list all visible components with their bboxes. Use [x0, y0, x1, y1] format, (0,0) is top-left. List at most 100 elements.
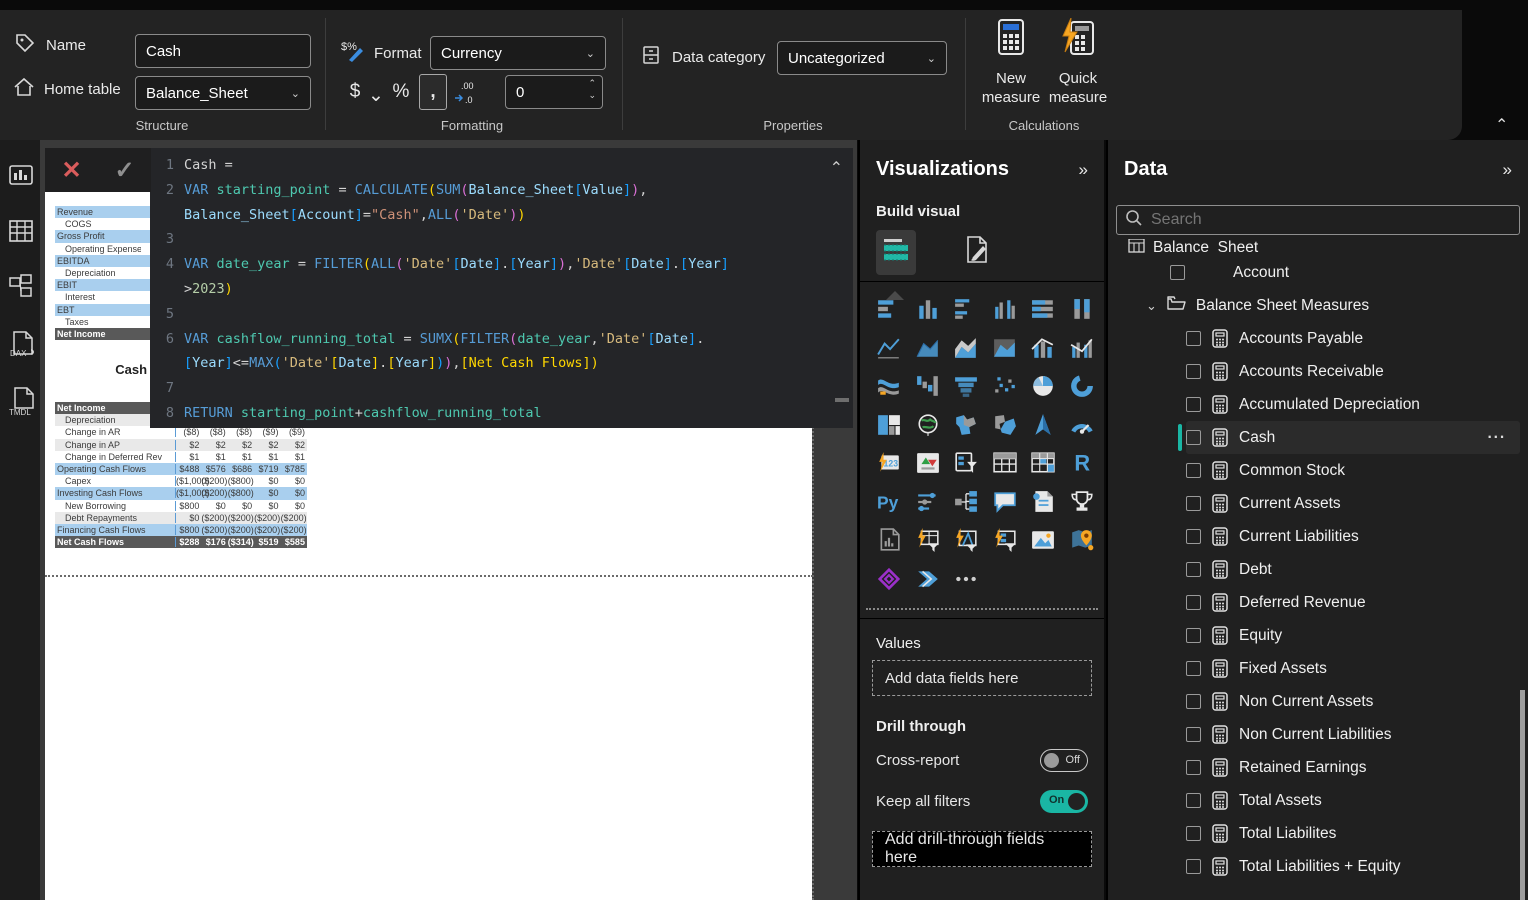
keep-all-filters-toggle[interactable]: On	[1040, 790, 1088, 813]
thousands-separator-button[interactable]: ,	[419, 74, 447, 110]
clustered-bar-chart-icon[interactable]	[947, 290, 986, 329]
smart-narrative-icon[interactable]	[1024, 483, 1063, 522]
measure-item-total-liabilites[interactable]: Total Liabilites	[1186, 817, 1520, 850]
filled-map-icon[interactable]	[947, 406, 986, 445]
text-slicer-icon[interactable]	[909, 483, 948, 522]
pie-chart-icon[interactable]	[1024, 367, 1063, 406]
measure-checkbox[interactable]	[1186, 562, 1201, 577]
measure-checkbox[interactable]	[1186, 793, 1201, 808]
percent-button[interactable]: %	[388, 76, 414, 108]
code-line[interactable]: 5	[150, 302, 853, 327]
gauge-icon[interactable]	[1063, 406, 1102, 445]
collapse-data-pane-icon[interactable]: »	[1503, 160, 1512, 180]
power-automate-icon[interactable]	[909, 560, 948, 599]
measure-checkbox[interactable]	[1186, 463, 1201, 478]
code-line[interactable]: 3	[150, 227, 853, 252]
funnel-chart-icon[interactable]	[947, 367, 986, 406]
code-line[interactable]: 4VAR date_year = FILTER(ALL('Date'[Date]…	[150, 252, 853, 277]
account-checkbox[interactable]	[1170, 265, 1185, 280]
search-input[interactable]	[1151, 211, 1491, 229]
commit-formula-icon[interactable]: ✓	[114, 156, 134, 185]
decimal-places-button[interactable]: .00.0	[452, 76, 484, 108]
field-item-account[interactable]: Account	[1170, 256, 1520, 289]
tmdl-view-button[interactable]: TMDL	[8, 386, 34, 412]
measure-checkbox[interactable]	[1186, 760, 1201, 775]
kpi-icon[interactable]	[909, 444, 948, 483]
measure-item-current-assets[interactable]: Current Assets	[1186, 487, 1520, 520]
measure-checkbox[interactable]	[1186, 661, 1201, 676]
ai-visual-a-icon[interactable]	[947, 521, 986, 560]
measure-checkbox[interactable]	[1186, 496, 1201, 511]
measures-folder-row[interactable]: ⌄ Balance Sheet Measures	[1146, 289, 1520, 322]
measure-item-equity[interactable]: Equity	[1186, 619, 1520, 652]
table-view-button[interactable]	[8, 218, 34, 244]
arcgis-map-icon[interactable]	[1063, 521, 1102, 560]
tab-build-visual[interactable]	[876, 230, 916, 275]
measure-item-total-liabilities-equity[interactable]: Total Liabilities + Equity	[1186, 850, 1520, 883]
shape-map-icon[interactable]	[986, 406, 1025, 445]
measure-item-common-stock[interactable]: Common Stock	[1186, 454, 1520, 487]
map-icon[interactable]	[909, 406, 948, 445]
100-stacked-column-chart-icon[interactable]	[1063, 290, 1102, 329]
dax-code[interactable]: 1Cash =2VAR starting_point = CALCULATE(S…	[150, 148, 853, 426]
measure-checkbox[interactable]	[1186, 826, 1201, 841]
measure-item-accounts-receivable[interactable]: Accounts Receivable	[1186, 355, 1520, 388]
stepper-down-icon[interactable]: ⌄	[588, 91, 596, 100]
measure-checkbox[interactable]	[1186, 364, 1201, 379]
scatter-chart-icon[interactable]	[986, 367, 1025, 406]
azure-map-icon[interactable]	[1024, 406, 1063, 445]
measure-item-accumulated-depreciation[interactable]: Accumulated Depreciation	[1186, 388, 1520, 421]
collapse-formula-bar-icon[interactable]: ⌃	[830, 158, 843, 178]
discard-formula-icon[interactable]: ✕	[61, 156, 81, 185]
editor-scrollbar[interactable]	[835, 398, 849, 402]
measure-item-total-assets[interactable]: Total Assets	[1186, 784, 1520, 817]
code-line[interactable]: 2VAR starting_point = CALCULATE(SUM(Bala…	[150, 178, 853, 203]
measure-item-fixed-assets[interactable]: Fixed Assets	[1186, 652, 1520, 685]
measure-item-current-liabilities[interactable]: Current Liabilities	[1186, 520, 1520, 553]
decimal-precision-stepper[interactable]: ⌃⌄	[505, 75, 603, 109]
measure-item-cash[interactable]: Cash···	[1186, 421, 1520, 454]
paginated-report-icon[interactable]	[870, 521, 909, 560]
code-line[interactable]: 6VAR cashflow_running_total = SUMX(FILTE…	[150, 327, 853, 352]
data-category-select[interactable]: Uncategorized⌄	[777, 41, 947, 75]
measure-item-debt[interactable]: Debt	[1186, 553, 1520, 586]
new-measure-button[interactable]: New measure	[976, 18, 1046, 107]
stacked-column-chart-icon[interactable]	[909, 290, 948, 329]
measure-checkbox[interactable]	[1186, 397, 1201, 412]
measure-item-accounts-payable[interactable]: Accounts Payable	[1186, 322, 1520, 355]
ai-visual-grid-icon[interactable]	[909, 521, 948, 560]
measure-item-non-current-liabilities[interactable]: Non Current Liabilities	[1186, 718, 1520, 751]
100-stacked-bar-chart-icon[interactable]	[1024, 290, 1063, 329]
r-script-visual-icon[interactable]: R	[1063, 444, 1102, 483]
metrics-icon[interactable]	[1063, 483, 1102, 522]
measure-item-deferred-revenue[interactable]: Deferred Revenue	[1186, 586, 1520, 619]
stacked-area-chart-icon[interactable]	[947, 329, 986, 368]
collapse-ribbon-icon[interactable]: ⌃	[1495, 115, 1508, 135]
dax-query-view-button[interactable]: DAX	[8, 330, 34, 356]
measure-item-non-current-assets[interactable]: Non Current Assets	[1186, 685, 1520, 718]
currency-symbol-button[interactable]: $	[344, 76, 366, 108]
matrix-icon[interactable]	[1024, 444, 1063, 483]
dax-formula-editor[interactable]: 1Cash =2VAR starting_point = CALCULATE(S…	[150, 148, 853, 428]
code-line[interactable]: Balance_Sheet[Account]="Cash",ALL('Date'…	[150, 203, 853, 228]
waterfall-chart-icon[interactable]	[909, 367, 948, 406]
image-icon[interactable]	[1024, 521, 1063, 560]
qa-visual-icon[interactable]	[986, 483, 1025, 522]
measure-checkbox[interactable]	[1186, 628, 1201, 643]
measure-item-retained-earnings[interactable]: Retained Earnings	[1186, 751, 1520, 784]
ribbon-chart-icon[interactable]	[870, 367, 909, 406]
clustered-column-chart-icon[interactable]	[986, 290, 1025, 329]
measure-more-options-icon[interactable]: ···	[1488, 429, 1507, 447]
data-pane-scrollbar[interactable]	[1520, 690, 1525, 900]
get-more-visuals-icon[interactable]	[947, 560, 986, 599]
power-apps-icon[interactable]	[870, 560, 909, 599]
name-input[interactable]	[135, 34, 311, 68]
decomposition-tree-icon[interactable]	[947, 483, 986, 522]
chevron-down-icon[interactable]: ⌄	[1146, 298, 1157, 314]
slicer-icon[interactable]	[947, 444, 986, 483]
card-icon[interactable]: 123	[870, 444, 909, 483]
code-line[interactable]: [Year]<=MAX('Date'[Date].[Year])),[Net C…	[150, 351, 853, 376]
line-chart-icon[interactable]	[870, 329, 909, 368]
collapse-visualizations-icon[interactable]: »	[1079, 160, 1088, 180]
measure-checkbox[interactable]	[1186, 529, 1201, 544]
